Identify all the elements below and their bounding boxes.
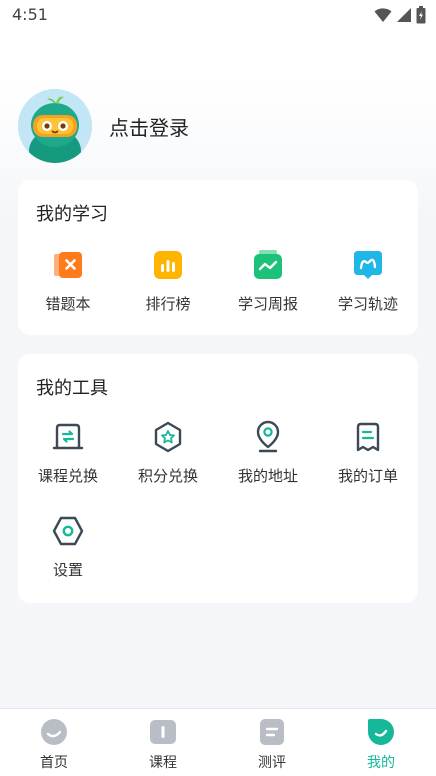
- weekly-report-label: 学习周报: [237, 295, 298, 313]
- tab-mine-label: 我的: [367, 755, 395, 771]
- learning-title: 我的学习: [36, 204, 108, 225]
- learning-track-entry[interactable]: 学习轨迹: [318, 248, 418, 314]
- wifi-icon: [374, 8, 392, 22]
- weekly-report-icon: [254, 250, 282, 279]
- wrong-book-icon: [54, 252, 82, 278]
- ranking-entry[interactable]: 排行榜: [118, 248, 218, 314]
- order-icon: [356, 422, 380, 452]
- battery-icon: [416, 6, 426, 24]
- course-exchange-icon: [52, 423, 84, 450]
- tools-card: 我的工具 课程兑换 积分兑换 我的地址 我的订单 设置: [18, 354, 418, 603]
- points-exchange-entry[interactable]: 积分兑换: [118, 420, 218, 486]
- tab-home[interactable]: 首页: [14, 717, 94, 772]
- home-icon: [41, 719, 67, 745]
- learning-card: 我的学习 错题本 排行榜 学习周报 学习轨迹: [18, 180, 418, 335]
- weekly-report-entry[interactable]: 学习周报: [218, 248, 318, 314]
- ranking-label: 排行榜: [145, 295, 191, 313]
- login-link[interactable]: 点击登录: [109, 112, 189, 141]
- wrong-book-label: 错题本: [45, 295, 91, 313]
- signal-icon: [397, 8, 411, 22]
- settings-entry[interactable]: 设置: [18, 514, 118, 580]
- settings-label: 设置: [52, 561, 83, 579]
- tab-home-label: 首页: [40, 755, 68, 771]
- status-time: 4:51: [12, 5, 48, 24]
- profile-header[interactable]: 点击登录: [18, 88, 418, 164]
- tab-course-label: 课程: [149, 755, 177, 771]
- assessment-icon: [260, 719, 284, 745]
- course-exchange-label: 课程兑换: [37, 467, 98, 485]
- learning-track-icon: [354, 251, 382, 279]
- course-exchange-entry[interactable]: 课程兑换: [18, 420, 118, 486]
- settings-icon: [52, 516, 84, 546]
- order-entry[interactable]: 我的订单: [318, 420, 418, 486]
- bottom-nav: 首页 课程 测评 我的: [0, 708, 436, 776]
- tools-title: 我的工具: [36, 378, 108, 399]
- mine-icon: [368, 719, 394, 745]
- order-label: 我的订单: [337, 467, 398, 485]
- tab-mine[interactable]: 我的: [341, 717, 421, 772]
- course-icon: [150, 720, 176, 744]
- mascot-avatar-icon: [18, 89, 92, 163]
- tab-assessment[interactable]: 测评: [232, 717, 312, 772]
- tab-course[interactable]: 课程: [123, 717, 203, 772]
- ranking-icon: [154, 251, 182, 279]
- address-entry[interactable]: 我的地址: [218, 420, 318, 486]
- status-icons: [374, 6, 426, 24]
- status-bar: 4:51: [0, 0, 436, 32]
- address-icon: [256, 420, 280, 453]
- wrong-book-entry[interactable]: 错题本: [18, 248, 118, 314]
- tab-assessment-label: 测评: [258, 755, 286, 771]
- points-exchange-icon: [154, 421, 182, 453]
- avatar[interactable]: [18, 89, 92, 163]
- learning-track-label: 学习轨迹: [337, 295, 398, 313]
- points-exchange-label: 积分兑换: [137, 467, 198, 485]
- address-label: 我的地址: [237, 467, 298, 485]
